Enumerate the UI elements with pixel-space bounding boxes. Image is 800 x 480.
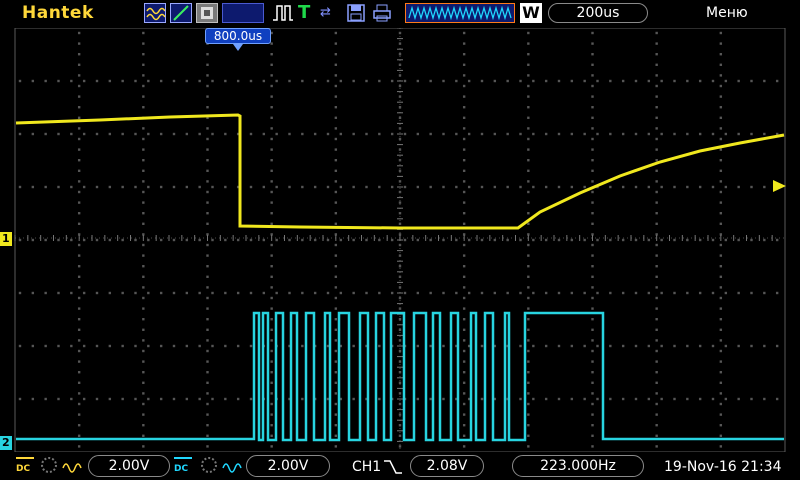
display-mode-icon[interactable] bbox=[196, 3, 218, 23]
date-time: 19-Nov-16 21:34 bbox=[664, 459, 782, 475]
trigger-slope-icon[interactable] bbox=[170, 3, 192, 23]
ch1-coupling-label: DC bbox=[16, 464, 31, 474]
oscilloscope-screen: 1 2 800.0us bbox=[0, 0, 800, 480]
print-icon[interactable] bbox=[372, 3, 392, 23]
ch2-volts-per-div[interactable]: 2.00V bbox=[246, 455, 330, 477]
ch2-coupling-label: DC bbox=[174, 464, 189, 474]
save-icon[interactable] bbox=[346, 3, 366, 23]
ch2-filter-icon[interactable] bbox=[222, 456, 242, 476]
status-indicator bbox=[222, 3, 264, 23]
ch1-filter-icon[interactable] bbox=[62, 456, 82, 476]
trigger-edge-icon[interactable] bbox=[382, 458, 404, 476]
arrows-icon[interactable]: ⇄ bbox=[320, 3, 340, 23]
menu-button[interactable]: Меню bbox=[706, 5, 748, 21]
bottom-status-bar: DC 2.00V DC 2.00V CH1 2.08V 223.000Hz 19… bbox=[0, 452, 800, 480]
trigger-t-icon[interactable]: T bbox=[298, 3, 314, 23]
brand-logo: Hantek bbox=[22, 3, 94, 23]
timebase-display[interactable]: 200us bbox=[548, 3, 648, 23]
ch1-bandwidth-icon[interactable] bbox=[40, 456, 58, 476]
ch1-volts-per-div[interactable]: 2.00V bbox=[88, 455, 170, 477]
ch1-coupling-icon[interactable]: DC bbox=[16, 456, 34, 476]
ch1-marker-label: 1 bbox=[2, 232, 10, 245]
window-button[interactable]: W bbox=[520, 3, 542, 23]
waveform-icon[interactable] bbox=[144, 3, 166, 23]
top-toolbar: Hantek T ⇄ W 200us Меню bbox=[0, 0, 800, 28]
ch2-coupling-icon[interactable]: DC bbox=[174, 456, 192, 476]
trigger-time-marker[interactable]: 800.0us bbox=[205, 28, 271, 44]
frequency-readout: 223.000Hz bbox=[512, 455, 644, 477]
waveform-display bbox=[0, 27, 786, 453]
pulse-icon[interactable] bbox=[272, 3, 294, 23]
trigger-level[interactable]: 2.08V bbox=[410, 455, 484, 477]
memory-position-indicator[interactable] bbox=[405, 3, 515, 23]
ch2-marker-label: 2 bbox=[2, 436, 10, 449]
trigger-source[interactable]: CH1 bbox=[352, 459, 381, 475]
ch2-bandwidth-icon[interactable] bbox=[200, 456, 218, 476]
